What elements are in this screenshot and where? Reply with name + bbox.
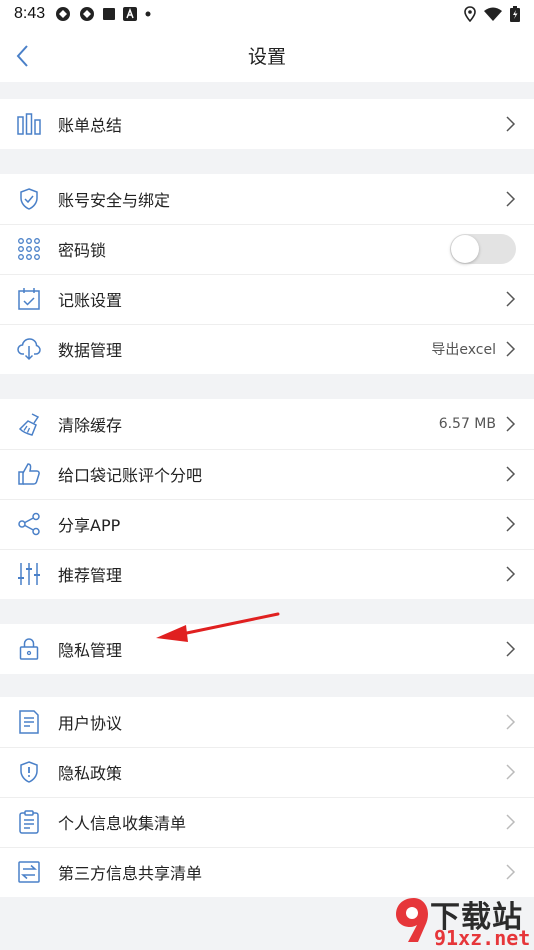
shield-check-icon xyxy=(20,188,38,210)
toggle-knob xyxy=(451,235,479,263)
chevron-right-icon xyxy=(506,714,516,730)
settings-item-password-lock: 密码锁 xyxy=(0,224,534,274)
settings-group-bills: 账单总结 xyxy=(0,99,534,149)
location-icon xyxy=(464,6,476,22)
settings-item-label: 隐私管理 xyxy=(58,641,123,660)
keypad-dots-icon xyxy=(18,238,40,260)
settings-item-clear-cache[interactable]: 清除缓存 6.57 MB xyxy=(0,399,534,449)
clipboard-list-icon xyxy=(19,810,39,834)
watermark-url: 91xz.net xyxy=(434,926,531,950)
export-excel-value: 导出excel xyxy=(431,342,496,358)
back-arrow-icon[interactable] xyxy=(14,44,32,68)
settings-item-label: 推荐管理 xyxy=(58,566,123,585)
page-title: 设置 xyxy=(247,45,286,68)
settings-item-label: 记账设置 xyxy=(58,291,123,310)
chevron-right-icon xyxy=(506,466,516,482)
watermark-9-logo-icon xyxy=(396,898,428,942)
battery-icon xyxy=(510,6,520,22)
settings-item-label: 账单总结 xyxy=(58,116,123,135)
broom-icon xyxy=(18,413,40,436)
thumbs-up-icon xyxy=(18,463,40,485)
settings-item-personal-info-list[interactable]: 个人信息收集清单 xyxy=(0,797,534,847)
settings-item-label: 第三方信息共享清单 xyxy=(58,864,203,883)
password-lock-toggle[interactable] xyxy=(450,234,516,264)
square-notification-icon xyxy=(103,8,116,20)
settings-item-label: 分享APP xyxy=(58,516,121,535)
settings-group-app: 清除缓存 6.57 MB 给口袋记账评个分吧 分享APP 推荐管理 xyxy=(0,399,534,599)
settings-item-label: 给口袋记账评个分吧 xyxy=(58,466,203,485)
cloud-download-icon xyxy=(17,338,41,361)
settings-item-label: 账号安全与绑定 xyxy=(58,191,171,210)
settings-item-privacy-policy[interactable]: 隐私政策 xyxy=(0,747,534,797)
sliders-icon xyxy=(18,563,40,585)
settings-item-bill-summary[interactable]: 账单总结 xyxy=(0,99,534,149)
settings-item-share-app[interactable]: 分享APP xyxy=(0,499,534,549)
cache-size-value: 6.57 MB xyxy=(438,416,496,432)
settings-group-account: 账号安全与绑定 密码锁 记账设置 数据管理 导出excel xyxy=(0,174,534,374)
calendar-check-icon xyxy=(18,288,40,310)
share-icon xyxy=(18,512,40,536)
document-icon xyxy=(19,710,39,734)
app-notification-icon xyxy=(56,7,71,21)
settings-item-label: 数据管理 xyxy=(58,341,123,360)
settings-item-user-agreement[interactable]: 用户协议 xyxy=(0,697,534,747)
bar-chart-icon xyxy=(17,113,41,135)
dot-icon xyxy=(145,11,151,17)
lock-icon xyxy=(19,638,39,660)
chevron-right-icon xyxy=(506,641,516,657)
chevron-right-icon xyxy=(506,566,516,582)
settings-item-data-management[interactable]: 数据管理 导出excel xyxy=(0,324,534,374)
status-time: 8:43 xyxy=(14,5,46,22)
chevron-right-icon xyxy=(506,814,516,830)
exchange-icon xyxy=(18,861,40,883)
settings-item-bookkeeping[interactable]: 记账设置 xyxy=(0,274,534,324)
settings-item-rate-app[interactable]: 给口袋记账评个分吧 xyxy=(0,449,534,499)
settings-item-recommendations[interactable]: 推荐管理 xyxy=(0,549,534,599)
settings-group-legal: 用户协议 隐私政策 个人信息收集清单 第三方信息共享清单 xyxy=(0,697,534,897)
nav-bar: 设置 xyxy=(0,28,534,82)
settings-item-label: 清除缓存 xyxy=(58,416,123,435)
settings-item-label: 隐私政策 xyxy=(58,764,123,783)
a-notification-icon xyxy=(123,7,138,21)
settings-item-label: 用户协议 xyxy=(58,714,123,733)
chevron-right-icon xyxy=(506,864,516,880)
chevron-right-icon xyxy=(506,341,516,357)
watermark-logo: 下载站 91xz.net xyxy=(390,890,534,950)
app-notification-icon xyxy=(80,7,95,21)
chevron-right-icon xyxy=(506,516,516,532)
annotation-arrow-icon xyxy=(156,612,280,642)
settings-item-label: 密码锁 xyxy=(58,241,107,260)
shield-alert-icon xyxy=(20,761,38,783)
wifi-icon xyxy=(484,7,502,21)
settings-item-account-security[interactable]: 账号安全与绑定 xyxy=(0,174,534,224)
chevron-right-icon xyxy=(506,116,516,132)
settings-item-label: 个人信息收集清单 xyxy=(58,814,187,833)
chevron-right-icon xyxy=(506,416,516,432)
chevron-right-icon xyxy=(506,191,516,207)
chevron-right-icon xyxy=(506,291,516,307)
chevron-right-icon xyxy=(506,764,516,780)
status-bar: 8:43 xyxy=(0,0,534,28)
